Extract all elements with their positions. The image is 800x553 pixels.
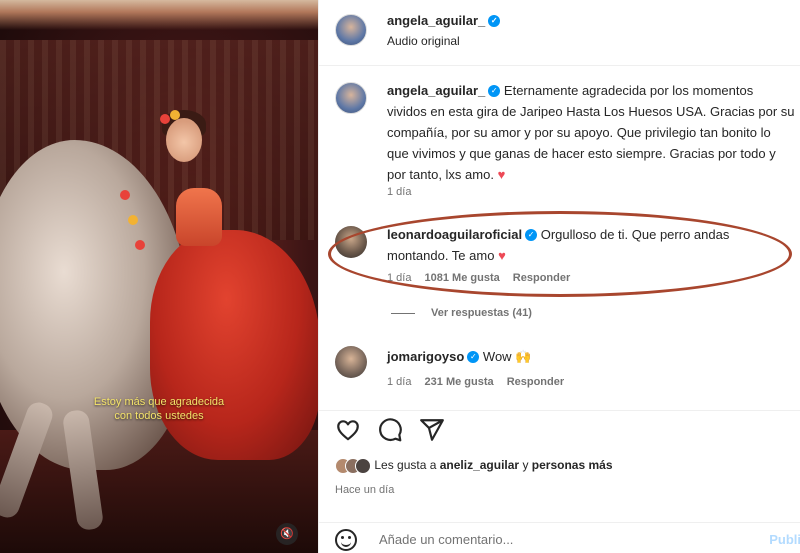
comment-time[interactable]: 1 día	[387, 272, 411, 284]
comment: jomarigoyso ✓ Wow 🙌	[387, 346, 787, 367]
heart-emoji-icon: ♥	[498, 248, 506, 263]
verified-badge-icon: ✓	[488, 14, 501, 27]
emoji-icon[interactable]	[335, 529, 357, 551]
stadium-lights	[0, 0, 318, 30]
caption-avatar[interactable]	[335, 82, 367, 114]
view-replies-label[interactable]: Ver respuestas (41)	[431, 307, 532, 319]
caption-meta: 1 día	[387, 186, 421, 198]
mute-icon[interactable]: 🔇	[276, 523, 298, 545]
caption: angela_aguilar_ ✓ Eternamente agradecida …	[387, 80, 795, 185]
video-subtitle: Estoy más que agradecida con todos usted…	[0, 395, 318, 423]
likes-others[interactable]: personas más	[532, 458, 613, 472]
replies-divider	[391, 312, 415, 314]
heart-icon[interactable]	[335, 417, 361, 443]
action-bar	[319, 410, 800, 444]
likes-connector: y	[522, 458, 529, 473]
rider-torso	[176, 188, 222, 246]
raising-hands-emoji-icon: 🙌	[515, 349, 532, 364]
comment-avatar[interactable]	[335, 346, 367, 378]
post-date[interactable]: Hace un día	[335, 484, 394, 496]
likes-summary: Les gusta a aneliz_aguilar y personas má…	[335, 458, 613, 474]
verified-badge-icon: ✓	[467, 350, 480, 363]
view-replies-button[interactable]: Ver respuestas (41)	[391, 307, 532, 319]
post-header: angela_aguilar_ ✓ Audio original	[319, 0, 800, 66]
bridle-flower	[120, 190, 130, 200]
author-avatar[interactable]	[335, 14, 367, 46]
hair-flower	[170, 110, 180, 120]
post-video[interactable]: Estoy más que agradecida con todos usted…	[0, 0, 318, 553]
comment-meta: 1 día 1081 Me gusta Responder	[387, 272, 580, 284]
caption-username[interactable]: angela_aguilar_	[387, 83, 485, 98]
comment-input[interactable]: Añade un comentario...	[379, 532, 513, 547]
liker-username[interactable]: aneliz_aguilar	[440, 458, 519, 472]
comment-icon[interactable]	[377, 417, 403, 443]
comment-time[interactable]: 1 día	[387, 376, 411, 388]
author-username-text[interactable]: angela_aguilar_	[387, 13, 485, 28]
bridle-flower	[128, 215, 138, 225]
verified-badge-icon: ✓	[488, 84, 501, 97]
comment-username[interactable]: jomarigoyso	[387, 349, 464, 364]
bridle-flower	[135, 240, 145, 250]
reply-button[interactable]: Responder	[507, 376, 564, 388]
likes-prefix: Les gusta a	[374, 458, 437, 473]
comment-username[interactable]: leonardoaguilaroficial	[387, 227, 522, 242]
rider-head	[166, 118, 202, 162]
author-username[interactable]: angela_aguilar_ ✓	[387, 13, 501, 28]
subtitle-line-1: Estoy más que agradecida	[93, 396, 225, 408]
comment-avatar[interactable]	[335, 226, 367, 258]
comment-likes[interactable]: 231 Me gusta	[425, 376, 494, 388]
send-icon[interactable]	[419, 417, 445, 443]
caption-time[interactable]: 1 día	[387, 186, 411, 198]
verified-badge-icon: ✓	[525, 228, 538, 241]
reply-button[interactable]: Responder	[513, 272, 570, 284]
rider-dress	[150, 230, 318, 460]
publish-button[interactable]: Publi	[769, 532, 800, 547]
heart-emoji-icon: ♥	[497, 167, 506, 182]
add-comment-bar: Añade un comentario... Publi	[319, 522, 800, 553]
comment: leonardoaguilaroficial ✓ Orgulloso de ti.…	[387, 224, 787, 266]
subtitle-line-2: con todos ustedes	[114, 410, 204, 422]
comment-text: Wow	[482, 349, 512, 364]
post-panel: angela_aguilar_ ✓ Audio original angela_a…	[318, 0, 800, 553]
hair-flower	[160, 114, 170, 124]
comment-likes[interactable]: 1081 Me gusta	[425, 272, 500, 284]
liker-avatar[interactable]	[355, 458, 371, 474]
audio-label[interactable]: Audio original	[387, 34, 460, 48]
comment-meta: 1 día 231 Me gusta Responder	[387, 376, 574, 388]
